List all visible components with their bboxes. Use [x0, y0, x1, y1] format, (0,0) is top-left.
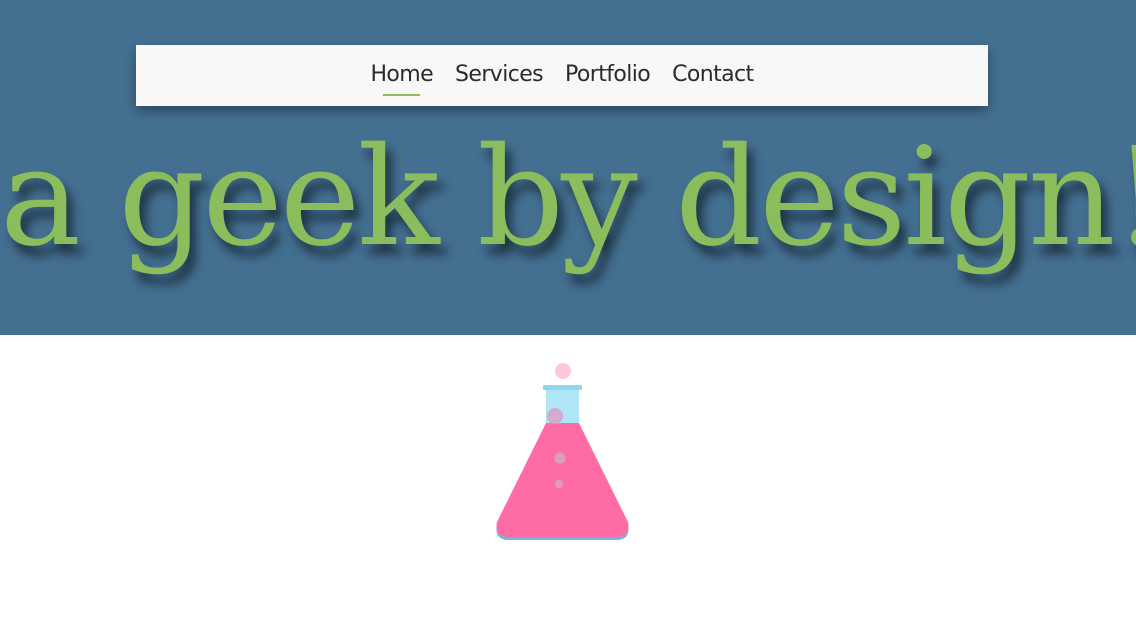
navbar: Home Services Portfolio Contact [136, 45, 988, 106]
nav-link-services[interactable]: Services [455, 45, 544, 89]
hero-headline: a geek by design! [0, 119, 1136, 277]
flask-icon [490, 358, 634, 548]
nav-link-contact[interactable]: Contact [672, 45, 754, 89]
nav-link-portfolio[interactable]: Portfolio [565, 45, 651, 89]
nav-menu: Home Services Portfolio Contact [136, 45, 988, 106]
hero-banner: Home Services Portfolio Contact a geek b… [0, 0, 1136, 335]
nav-link-home[interactable]: Home [370, 45, 434, 96]
